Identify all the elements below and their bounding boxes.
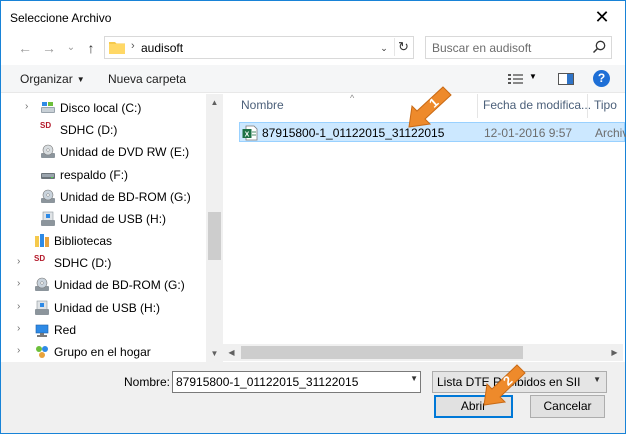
expand-chevron-icon[interactable]: › <box>17 301 20 312</box>
scroll-up-button[interactable]: ▲ <box>206 94 223 111</box>
nav-item-label: Grupo en el hogar <box>54 345 151 359</box>
recent-locations-button[interactable]: ⌄ <box>61 38 81 58</box>
help-icon[interactable]: ? <box>593 70 610 87</box>
file-date: 12-01-2016 9:57 <box>484 126 573 140</box>
close-button[interactable]: ✕ <box>585 4 619 30</box>
file-name-input[interactable]: 87915800-1_01122015_31122015 ▼ <box>172 371 421 393</box>
new-folder-button[interactable]: Nueva carpeta <box>108 72 186 86</box>
nav-item-label: Red <box>54 323 77 337</box>
nav-item[interactable]: Unidad de BD-ROM (G:) <box>1 186 206 208</box>
scrollbar-thumb[interactable] <box>208 212 221 260</box>
address-dropdown-button[interactable]: ⌄ <box>376 39 392 57</box>
annotation-arrow-2: 2 <box>483 364 526 406</box>
column-header-name[interactable]: Nombre <box>241 98 284 112</box>
nav-item[interactable]: › Grupo en el hogar <box>1 341 206 363</box>
chevron-down-icon: ▼ <box>593 375 601 384</box>
local-disk-icon <box>41 102 55 113</box>
search-placeholder: Buscar en audisoft <box>432 41 532 55</box>
preview-pane-icon[interactable] <box>557 71 575 87</box>
organize-label: Organizar <box>20 72 73 86</box>
file-name-label: Nombre: <box>124 375 171 389</box>
expand-chevron-icon[interactable]: › <box>17 256 20 267</box>
address-bar[interactable]: › audisoft ⌄ ↻ <box>104 36 414 59</box>
expand-chevron-icon[interactable]: › <box>25 101 28 112</box>
expand-chevron-icon[interactable]: › <box>17 345 20 356</box>
nav-item[interactable]: Unidad de USB (H:) <box>1 208 206 230</box>
nav-item[interactable]: › Disco local (C:) <box>1 97 206 119</box>
sd-card-icon: SD <box>40 121 52 130</box>
nav-item[interactable]: Bibliotecas <box>1 230 206 252</box>
nav-item-label: Unidad de USB (H:) <box>54 301 161 315</box>
view-options-icon[interactable] <box>507 71 525 87</box>
path-separator[interactable]: › <box>131 40 135 52</box>
dvd-drive-icon <box>41 144 55 158</box>
scrollbar-thumb[interactable] <box>241 346 523 359</box>
path-segment-audisoft[interactable]: audisoft <box>141 41 183 55</box>
nav-item[interactable]: › SD SDHC (D:) <box>1 252 206 274</box>
expand-chevron-icon[interactable]: › <box>17 278 20 289</box>
view-dropdown-button[interactable]: ▼ <box>529 72 537 81</box>
annotation-arrow-1: 1 <box>408 86 452 128</box>
nav-item[interactable]: Unidad de DVD RW (E:) <box>1 141 206 163</box>
dialog-footer: Nombre: 87915800-1_01122015_31122015 ▼ L… <box>1 362 625 433</box>
nav-item[interactable]: › Unidad de BD-ROM (G:) <box>1 274 206 296</box>
cancel-button[interactable]: Cancelar <box>530 395 605 418</box>
drive-icon <box>41 173 55 179</box>
chevron-down-icon: ▼ <box>76 75 85 84</box>
nav-item-label: SDHC (D:) <box>54 256 112 270</box>
bd-drive-icon <box>41 189 55 203</box>
svg-text:X: X <box>245 132 250 139</box>
column-header-date[interactable]: Fecha de modifica... <box>483 98 591 112</box>
network-icon <box>35 324 49 337</box>
usb-drive-icon <box>35 300 49 315</box>
homegroup-icon <box>36 346 48 358</box>
bd-drive-icon <box>35 277 49 291</box>
nav-item[interactable]: SD SDHC (D:) <box>1 119 206 141</box>
nav-item[interactable]: respaldo (F:) <box>1 164 206 186</box>
file-open-dialog: Seleccione Archivo ✕ ← → ⌄ ↑ › audisoft … <box>0 0 626 434</box>
nav-item-label: Unidad de DVD RW (E:) <box>60 145 190 159</box>
search-icon[interactable] <box>591 39 607 55</box>
nav-item-label: Bibliotecas <box>54 234 113 248</box>
refresh-button[interactable]: ↻ <box>394 38 412 56</box>
title-bar: Seleccione Archivo ✕ <box>1 1 625 33</box>
scroll-right-button[interactable]: ▶ <box>606 344 623 361</box>
column-divider[interactable] <box>477 94 478 118</box>
nav-item-label: Unidad de BD-ROM (G:) <box>54 278 185 292</box>
organize-button[interactable]: Organizar ▼ <box>20 72 85 86</box>
column-divider[interactable] <box>587 94 588 118</box>
forward-button[interactable]: → <box>39 38 59 58</box>
up-folder-button[interactable]: ↑ <box>81 38 101 58</box>
back-button[interactable]: ← <box>15 38 35 58</box>
column-header-type[interactable]: Tipo <box>594 98 617 112</box>
command-bar: Organizar ▼ Nueva carpeta ▼ ? <box>1 65 625 93</box>
navigation-pane: › Disco local (C:) SD SDHC (D:) Unidad de DV… <box>1 94 223 362</box>
nav-vertical-scrollbar[interactable]: ▲ ▼ <box>206 94 223 362</box>
nav-item-label: SDHC (D:) <box>60 123 118 137</box>
nav-item-label: Unidad de USB (H:) <box>60 212 167 226</box>
nav-item-label: Unidad de BD-ROM (G:) <box>60 190 191 204</box>
scroll-down-button[interactable]: ▼ <box>206 345 223 362</box>
file-type: Archiv <box>595 126 626 140</box>
search-input[interactable]: Buscar en audisoft <box>425 36 612 59</box>
nav-item-label: Disco local (C:) <box>60 101 142 115</box>
files-horizontal-scrollbar[interactable]: ◀ ▶ <box>223 344 623 361</box>
nav-item[interactable]: › Red <box>1 319 206 341</box>
excel-file-icon: X <box>242 125 258 141</box>
libraries-icon <box>35 234 49 247</box>
file-list-pane: ^ Nombre Fecha de modifica... Tipo X 879… <box>223 93 626 362</box>
sd-card-icon: SD <box>34 254 46 263</box>
sort-ascending-icon: ^ <box>350 93 355 103</box>
file-name-value: 87915800-1_01122015_31122015 <box>176 375 359 389</box>
scroll-left-button[interactable]: ◀ <box>223 344 240 361</box>
chevron-down-icon[interactable]: ▼ <box>410 374 418 383</box>
nav-item[interactable]: › Unidad de USB (H:) <box>1 297 206 319</box>
nav-item-label: respaldo (F:) <box>60 168 129 182</box>
folder-icon <box>109 42 125 54</box>
usb-drive-icon <box>41 211 55 226</box>
expand-chevron-icon[interactable]: › <box>17 323 20 334</box>
dialog-title: Seleccione Archivo <box>10 11 112 25</box>
